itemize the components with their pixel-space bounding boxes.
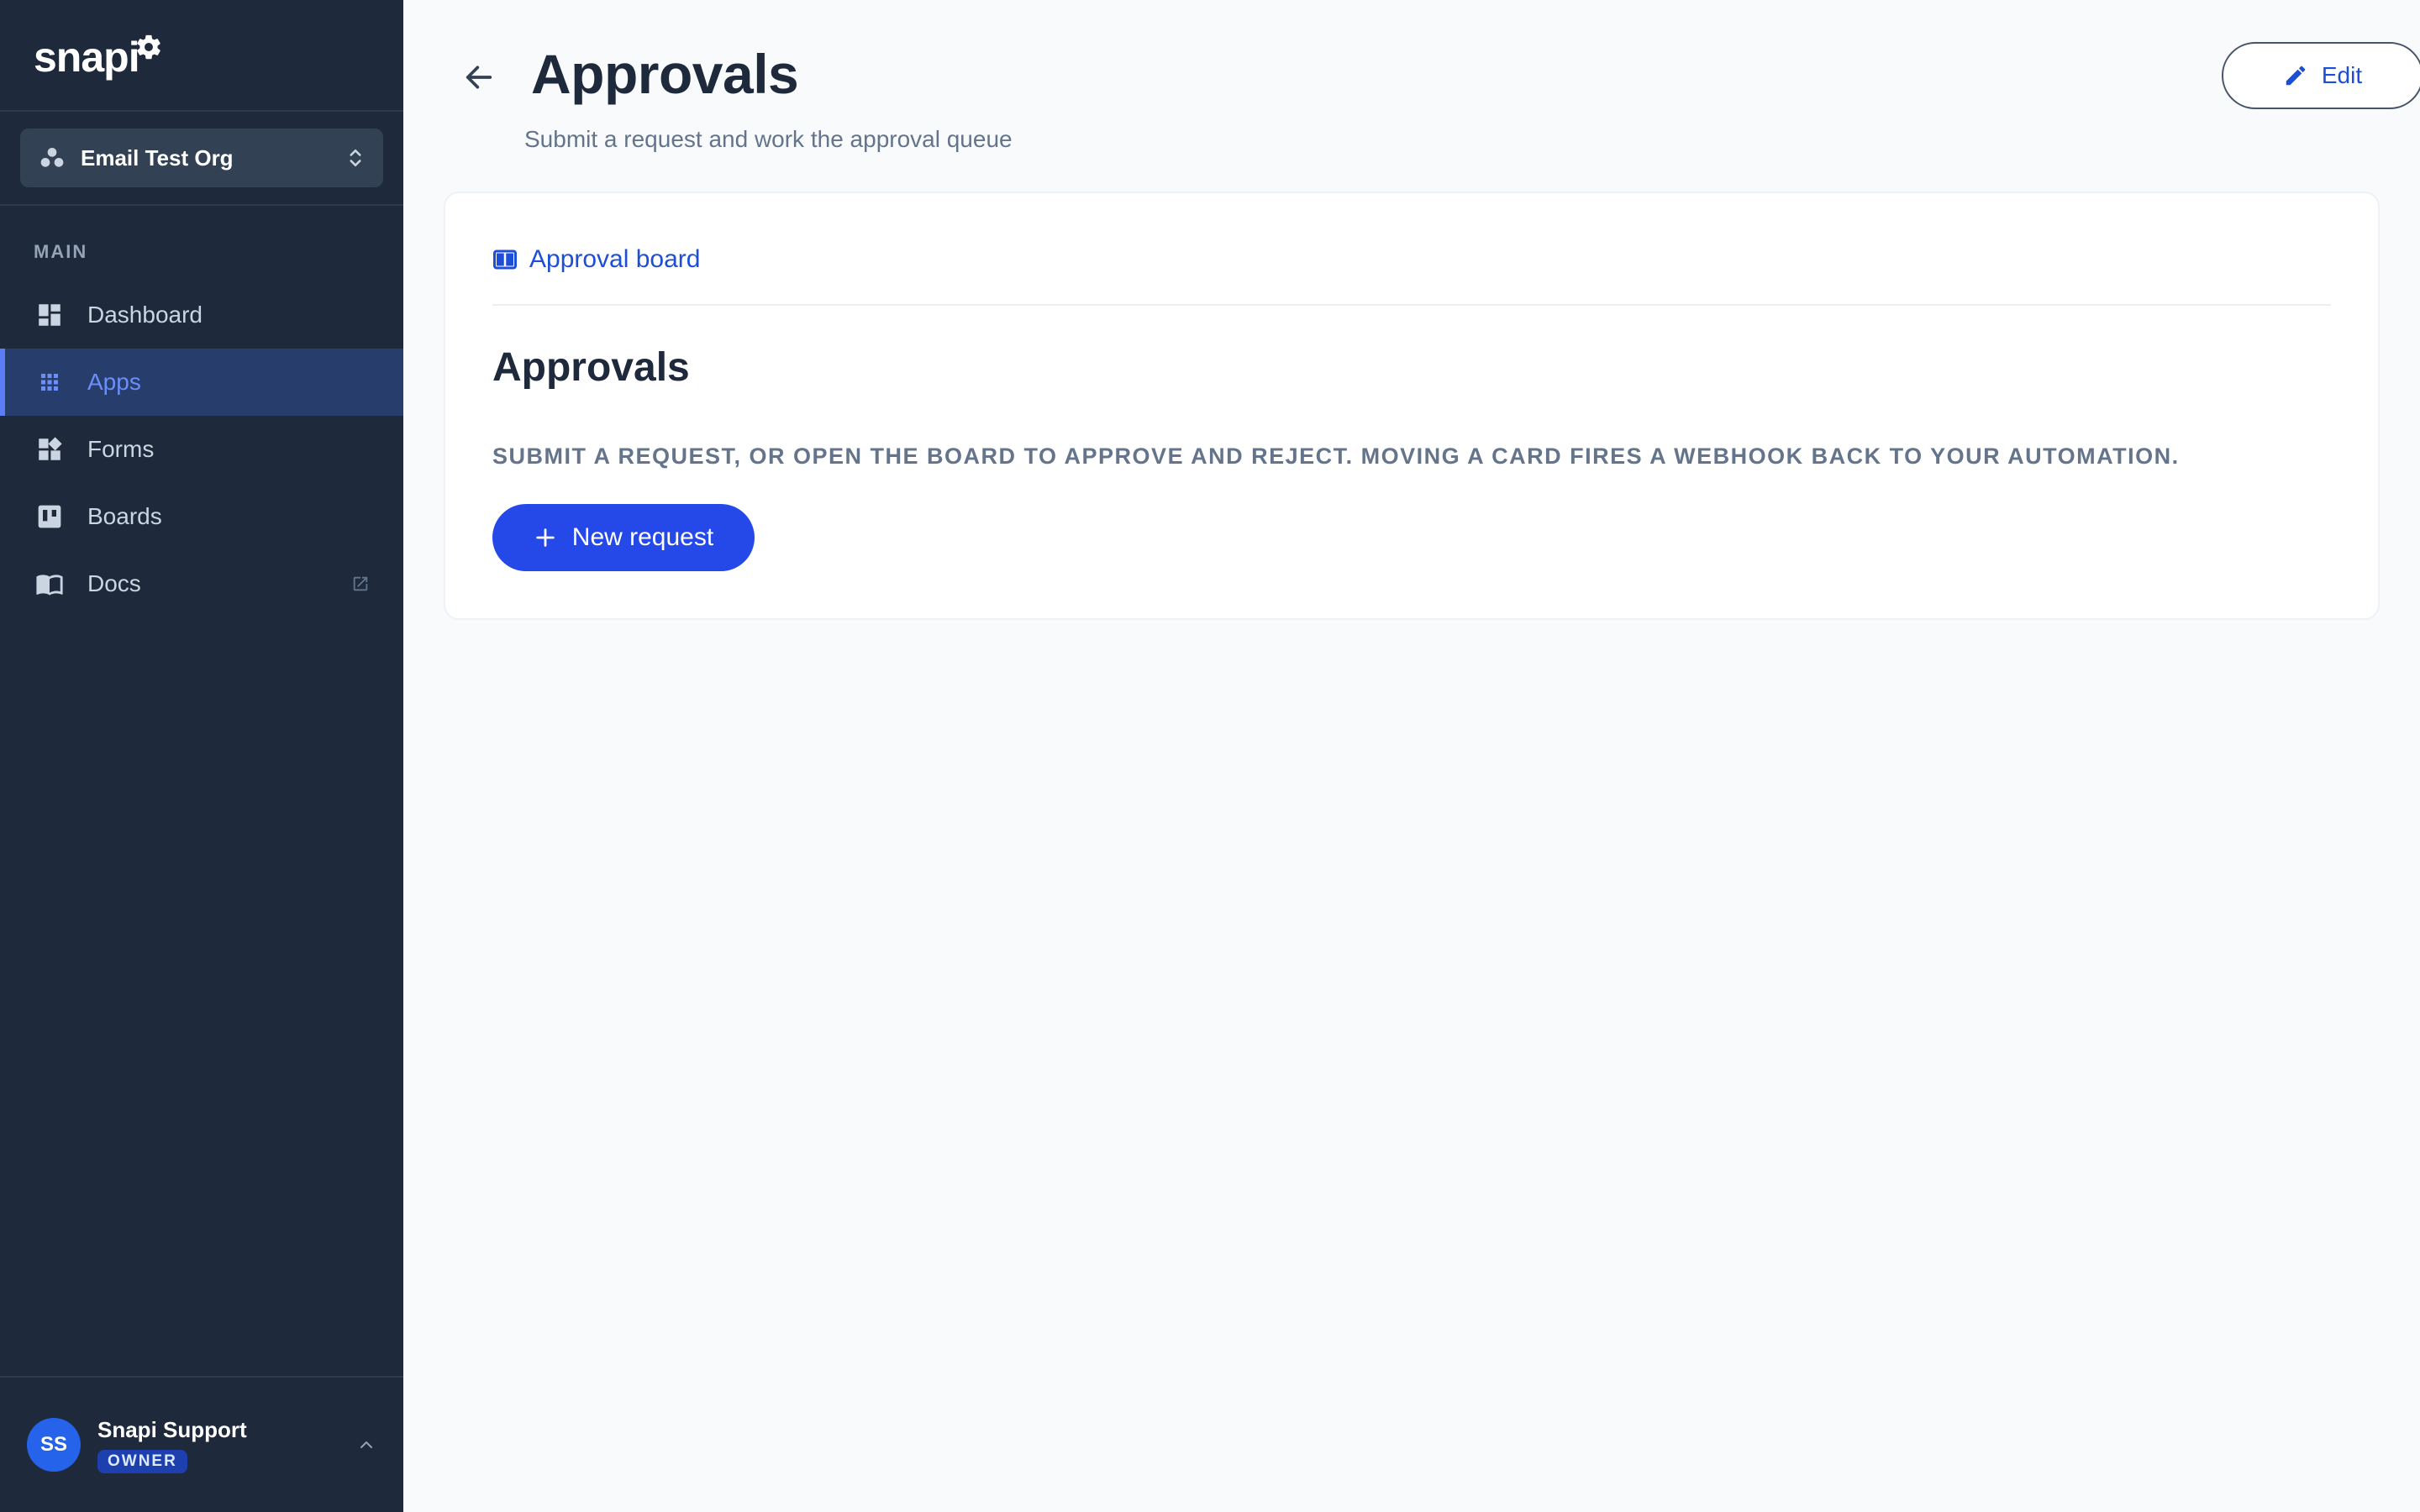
back-button[interactable] bbox=[455, 54, 502, 101]
org-people-icon bbox=[40, 148, 64, 167]
card-description: SUBMIT A REQUEST, OR OPEN THE BOARD TO A… bbox=[492, 444, 2180, 469]
approvals-card: Approval board Approvals SUBMIT A REQUES… bbox=[444, 192, 2380, 620]
org-name: Email Test Org bbox=[81, 144, 234, 171]
tab-label: Approval board bbox=[529, 245, 701, 273]
chevron-up-icon bbox=[360, 1441, 372, 1448]
forms-icon bbox=[35, 435, 64, 464]
sidebar-item-boards[interactable]: Boards bbox=[0, 483, 403, 550]
page-title: Approvals bbox=[531, 43, 799, 105]
arrow-left-icon bbox=[466, 66, 492, 89]
new-request-button[interactable]: New request bbox=[492, 504, 755, 571]
user-info: Snapi Support OWNER bbox=[97, 1417, 356, 1473]
user-name: Snapi Support bbox=[97, 1416, 247, 1442]
avatar: SS bbox=[27, 1418, 81, 1472]
dashboard-icon bbox=[35, 301, 64, 329]
user-menu[interactable]: SS Snapi Support OWNER bbox=[0, 1376, 403, 1512]
snapi-logo[interactable]: snapi bbox=[34, 33, 163, 78]
logo-text: snapi bbox=[34, 33, 140, 81]
boards-icon bbox=[35, 502, 64, 531]
edit-button[interactable]: Edit bbox=[2222, 42, 2420, 109]
edit-label: Edit bbox=[2321, 62, 2363, 88]
sidebar-item-label: Forms bbox=[87, 436, 155, 462]
sidebar-item-label: Docs bbox=[87, 570, 141, 596]
sidebar-item-label: Boards bbox=[87, 503, 162, 529]
card-title: Approvals bbox=[492, 345, 690, 390]
sidebar: snapi Email Test Org MAIN Dashboard Apps… bbox=[0, 0, 403, 1512]
external-link-icon bbox=[353, 576, 368, 591]
logo-gear-icon bbox=[136, 34, 160, 59]
apps-grid-icon bbox=[35, 368, 64, 396]
tab-approval-board[interactable]: Approval board bbox=[492, 245, 700, 274]
sidebar-item-forms[interactable]: Forms bbox=[0, 416, 403, 483]
new-request-label: New request bbox=[571, 523, 714, 551]
sidebar-item-label: Dashboard bbox=[87, 302, 203, 328]
sidebar-item-apps[interactable]: Apps bbox=[0, 349, 403, 416]
pencil-icon bbox=[2286, 66, 2306, 86]
page-subtitle: Submit a request and work the approval q… bbox=[524, 126, 1013, 152]
nav-heading-main: MAIN bbox=[34, 241, 88, 262]
sidebar-item-docs[interactable]: Docs bbox=[0, 550, 403, 617]
org-area: Email Test Org bbox=[0, 112, 403, 206]
sidebar-item-label: Apps bbox=[87, 369, 141, 395]
chevron-up-down-icon bbox=[350, 149, 361, 167]
plus-icon bbox=[536, 528, 555, 547]
board-columns-icon bbox=[493, 249, 517, 270]
org-switcher[interactable]: Email Test Org bbox=[20, 129, 383, 187]
docs-book-icon bbox=[35, 570, 64, 598]
sidebar-item-dashboard[interactable]: Dashboard bbox=[0, 281, 403, 349]
main-content: Approvals Submit a request and work the … bbox=[403, 0, 2420, 1512]
logo-area: snapi bbox=[0, 0, 403, 112]
main-nav: MAIN Dashboard Apps Forms Boards Docs bbox=[0, 206, 403, 617]
role-badge: OWNER bbox=[97, 1449, 187, 1473]
divider bbox=[492, 304, 2331, 306]
page-header: Approvals Submit a request and work the … bbox=[403, 0, 2420, 185]
